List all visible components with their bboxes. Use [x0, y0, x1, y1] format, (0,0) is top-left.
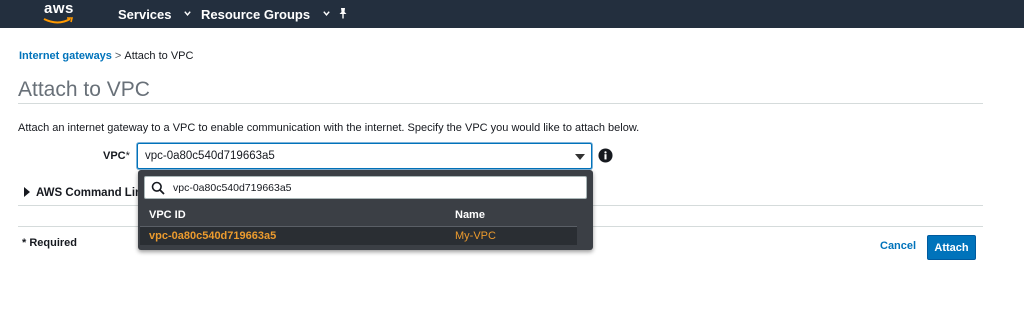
- resource-groups-label: Resource Groups: [201, 7, 311, 22]
- required-mark: *: [125, 150, 130, 162]
- vpc-dropdown-menu: VPC ID Name vpc-0a80c540d719663a5 My-VPC: [138, 170, 593, 250]
- top-navigation-bar: aws Services Resource Groups: [0, 0, 1024, 28]
- vpc-select-value: vpc-0a80c540d719663a5: [145, 150, 275, 162]
- resource-groups-menu[interactable]: Resource Groups: [201, 7, 331, 22]
- info-icon[interactable]: [598, 148, 613, 163]
- pin-icon[interactable]: [336, 6, 350, 20]
- vpc-label-text: VPC: [103, 150, 126, 162]
- title-divider: [18, 103, 983, 104]
- caret-right-icon: [24, 187, 30, 197]
- breadcrumb-internet-gateways-link[interactable]: Internet gateways: [19, 50, 112, 62]
- column-header-vpc-id: VPC ID: [149, 209, 186, 221]
- page-description: Attach an internet gateway to a VPC to e…: [18, 122, 640, 134]
- dropdown-search-input[interactable]: [173, 180, 573, 196]
- required-note: * Required: [22, 237, 78, 249]
- breadcrumb-separator: >: [114, 50, 122, 62]
- column-header-name: Name: [455, 209, 485, 221]
- chevron-down-icon: [322, 11, 330, 16]
- cli-section-label: AWS Command Line: [36, 187, 149, 199]
- breadcrumb: Internet gateways > Attach to VPC: [19, 50, 193, 62]
- search-icon: [151, 181, 165, 195]
- attach-button[interactable]: Attach: [927, 235, 976, 260]
- vpc-field-label: VPC*: [103, 150, 130, 162]
- vpc-select[interactable]: vpc-0a80c540d719663a5: [137, 143, 592, 169]
- option-vpc-id: vpc-0a80c540d719663a5: [149, 230, 277, 242]
- dropdown-search-box[interactable]: [144, 176, 587, 199]
- cancel-button[interactable]: Cancel: [880, 240, 916, 252]
- dropdown-option-row[interactable]: vpc-0a80c540d719663a5 My-VPC: [140, 226, 577, 245]
- aws-cli-section-toggle[interactable]: AWS Command Line: [23, 187, 148, 199]
- page-title: Attach to VPC: [18, 78, 150, 101]
- option-vpc-name: My-VPC: [455, 230, 496, 242]
- aws-logo-text: aws: [44, 0, 74, 17]
- aws-smile-icon: [43, 17, 74, 24]
- services-label: Services: [118, 7, 172, 22]
- chevron-down-icon: [184, 11, 191, 16]
- caret-down-icon: [575, 154, 585, 160]
- breadcrumb-current: Attach to VPC: [124, 50, 194, 62]
- aws-logo[interactable]: aws: [40, 0, 80, 28]
- dropdown-table-header: VPC ID Name: [138, 207, 593, 225]
- services-menu[interactable]: Services: [118, 7, 192, 22]
